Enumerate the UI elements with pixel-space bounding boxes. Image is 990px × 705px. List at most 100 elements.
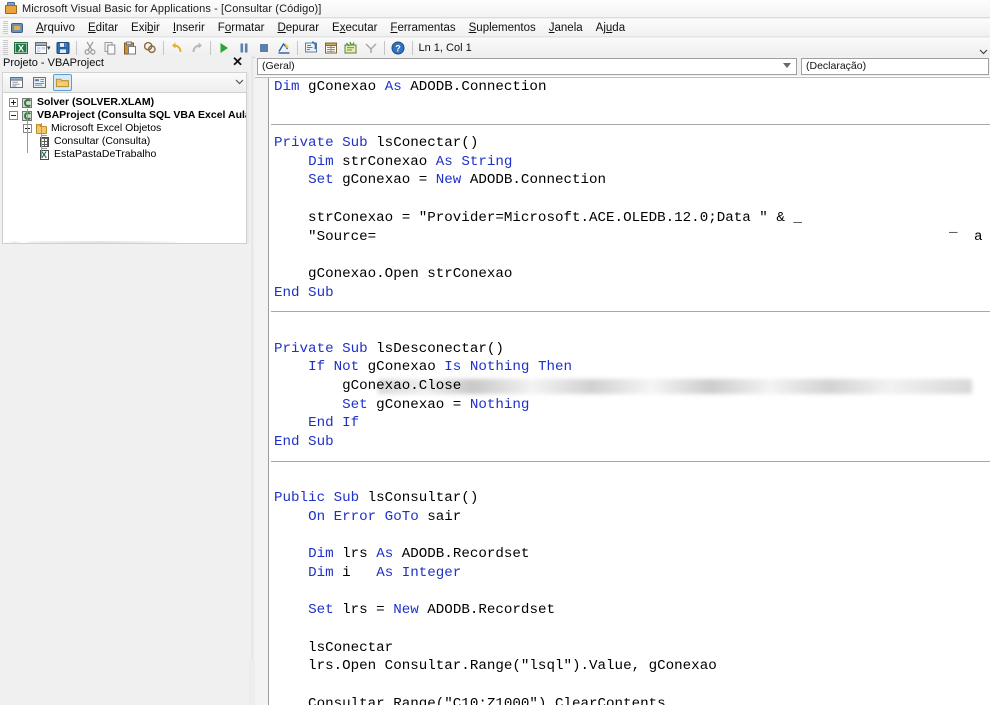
insert-module-icon[interactable]	[31, 39, 51, 57]
view-object-icon[interactable]	[30, 74, 49, 91]
code-keyword: Set	[308, 172, 334, 189]
project-explorer-icon[interactable]	[301, 39, 321, 57]
toolbar-gripper[interactable]	[3, 40, 8, 55]
code-line[interactable]: Private Sub lsDesconectar()	[274, 340, 990, 359]
code-line[interactable]: Consultar.Range("C10:Z1000").ClearConten…	[274, 695, 990, 705]
tree-item-solver[interactable]: Solver (SOLVER.XLAM)	[3, 96, 246, 109]
code-line[interactable]	[274, 676, 990, 695]
tree-item-label: VBAProject (Consulta SQL VBA Excel Aula.…	[37, 109, 246, 121]
properties-window-icon[interactable]	[321, 39, 341, 57]
code-line[interactable]	[274, 190, 990, 209]
code-line[interactable]: Set lrs = New ADODB.Recordset	[274, 601, 990, 620]
paste-icon[interactable]	[120, 39, 140, 57]
expander-icon[interactable]	[9, 111, 18, 120]
code-line[interactable]	[274, 321, 990, 340]
code-line[interactable]: End Sub	[274, 284, 990, 303]
toolbar-overflow-chevron-down-icon[interactable]	[979, 39, 988, 56]
code-identifier: lrs.Open Consultar.Range("lsql").Value, …	[274, 658, 717, 675]
save-icon[interactable]	[53, 39, 73, 57]
folder-icon	[35, 123, 49, 135]
tree-item-estapastadetrabalho[interactable]: EstaPastaDeTrabalho	[3, 148, 246, 161]
code-line[interactable]: Dim gConexao As ADODB.Connection	[274, 78, 990, 97]
menu-item-executar[interactable]: Executar	[326, 20, 384, 36]
procedure-dropdown[interactable]: (Declaração)	[801, 57, 989, 75]
tree-item-vbaproject[interactable]: VBAProject (Consulta SQL VBA Excel Aula.…	[3, 109, 246, 122]
title-bar: Microsoft Visual Basic for Applications …	[0, 0, 990, 18]
code-line[interactable]: gConexao.Open strConexao	[274, 265, 990, 284]
tree-item-consultar[interactable]: Consultar (Consulta)	[3, 135, 246, 148]
code-line[interactable]: "Source= a _	[274, 220, 990, 395]
code-line[interactable]: On Error GoTo sair	[274, 508, 990, 527]
code-identifier: a	[974, 228, 983, 245]
stop-icon[interactable]	[254, 39, 274, 57]
close-icon[interactable]: ✕	[232, 55, 243, 69]
code-identifier: lsConsultar()	[359, 490, 479, 507]
menu-item-depurar[interactable]: Depurar	[271, 20, 326, 36]
code-line[interactable]: lsConectar	[274, 639, 990, 658]
code-keyword: Private Sub	[274, 135, 368, 152]
code-keyword: End Sub	[274, 284, 334, 301]
copy-icon[interactable]	[100, 39, 120, 57]
code-line[interactable]	[274, 527, 990, 546]
code-line[interactable]	[274, 583, 990, 602]
menu-item-suplementos[interactable]: Suplementos	[463, 20, 543, 36]
code-identifier: gConexao =	[367, 396, 470, 413]
project-toolbar-overflow-icon[interactable]	[235, 77, 244, 88]
run-icon[interactable]	[214, 39, 234, 57]
expander-icon[interactable]	[9, 98, 18, 107]
code-keyword: As Integer	[376, 564, 462, 581]
menu-item-formatar[interactable]: Formatar	[212, 20, 272, 36]
code-line[interactable]	[274, 97, 990, 116]
code-pane-dropdown-bar: (Geral) (Declaração)	[255, 56, 990, 76]
undo-icon[interactable]	[167, 39, 187, 57]
view-excel-icon[interactable]: X	[11, 39, 31, 57]
tree-item-excel-objetos[interactable]: Microsoft Excel Objetos	[3, 122, 246, 135]
code-line[interactable]: Set gConexao = New ADODB.Connection	[274, 171, 990, 190]
object-dropdown[interactable]: (Geral)	[257, 57, 797, 75]
pane-splitter[interactable]	[249, 56, 253, 705]
tree-connector	[41, 135, 47, 136]
code-margin-indicator-bar[interactable]	[255, 78, 269, 705]
code-editor[interactable]: Dim gConexao As ADODB.Connection Private …	[255, 77, 990, 705]
code-line[interactable]: Public Sub lsConsultar()	[274, 489, 990, 508]
menu-item-ajuda[interactable]: Ajuda	[590, 20, 632, 36]
code-line[interactable]: End Sub	[274, 433, 990, 452]
code-line[interactable]	[274, 246, 990, 265]
menu-item-exibir[interactable]: Exibir	[125, 20, 167, 36]
design-mode-icon[interactable]	[274, 39, 294, 57]
menu-item-inserir[interactable]: Inserir	[167, 20, 212, 36]
code-line[interactable]: Private Sub lsConectar()	[274, 134, 990, 153]
menu-item-ferramentas[interactable]: Ferramentas	[384, 20, 462, 36]
code-line[interactable]	[274, 620, 990, 639]
code-keyword: Dim	[274, 79, 300, 95]
toggle-folders-icon[interactable]	[53, 74, 72, 91]
menu-item-editar[interactable]: Editar	[82, 20, 125, 36]
object-dropdown-value: (Geral)	[262, 60, 295, 72]
window-title: Microsoft Visual Basic for Applications …	[22, 2, 322, 15]
code-line[interactable]: Set gConexao = Nothing	[274, 396, 990, 415]
code-keyword: As	[376, 546, 394, 563]
code-line[interactable]: Dim lrs As ADODB.Recordset	[274, 545, 990, 564]
code-line[interactable]: Dim strConexao As String	[274, 153, 990, 172]
chevron-down-icon[interactable]	[783, 62, 791, 68]
menu-item-janela[interactable]: Janela	[543, 20, 590, 36]
project-tree[interactable]: Solver (SOLVER.XLAM) VBAProject (Consult…	[2, 92, 247, 244]
code-line[interactable]: End If	[274, 414, 990, 433]
code-line[interactable]: If Not gConexao Is Nothing Then	[274, 358, 990, 377]
code-line[interactable]: Dim i As Integer	[274, 564, 990, 583]
code-line[interactable]: strConexao = "Provider=Microsoft.ACE.OLE…	[274, 209, 990, 228]
code-keyword: As String	[435, 153, 513, 170]
code-line[interactable]	[274, 470, 990, 489]
menu-item-arquivo[interactable]: Arquivo	[30, 20, 82, 36]
find-icon[interactable]	[140, 39, 160, 57]
menu-bar-gripper[interactable]	[3, 20, 8, 35]
toolbox-icon[interactable]	[361, 39, 381, 57]
cut-icon[interactable]	[80, 39, 100, 57]
object-browser-icon[interactable]	[341, 39, 361, 57]
help-icon[interactable]: ?	[388, 39, 408, 57]
redo-icon[interactable]	[187, 39, 207, 57]
code-line[interactable]: gConexao.Close	[274, 377, 990, 396]
view-code-icon[interactable]	[7, 74, 26, 91]
code-text[interactable]: Dim gConexao As ADODB.Connection Private …	[274, 78, 990, 705]
code-line[interactable]: lrs.Open Consultar.Range("lsql").Value, …	[274, 657, 990, 676]
